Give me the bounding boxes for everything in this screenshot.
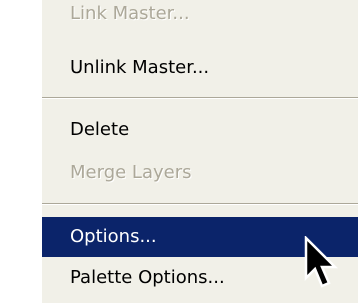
menu-separator <box>42 203 358 205</box>
menu-item-delete[interactable]: Delete <box>42 110 358 150</box>
arrow-pointer-icon <box>304 236 339 288</box>
menu-separator <box>42 97 358 99</box>
menu-item-unlink-master[interactable]: Unlink Master... <box>42 48 358 88</box>
screen: Link Master... Unlink Master... Delete M… <box>0 0 358 303</box>
menu-item-merge-layers: Merge Layers <box>70 162 192 183</box>
menu-item-link-master: Link Master... <box>70 3 190 24</box>
